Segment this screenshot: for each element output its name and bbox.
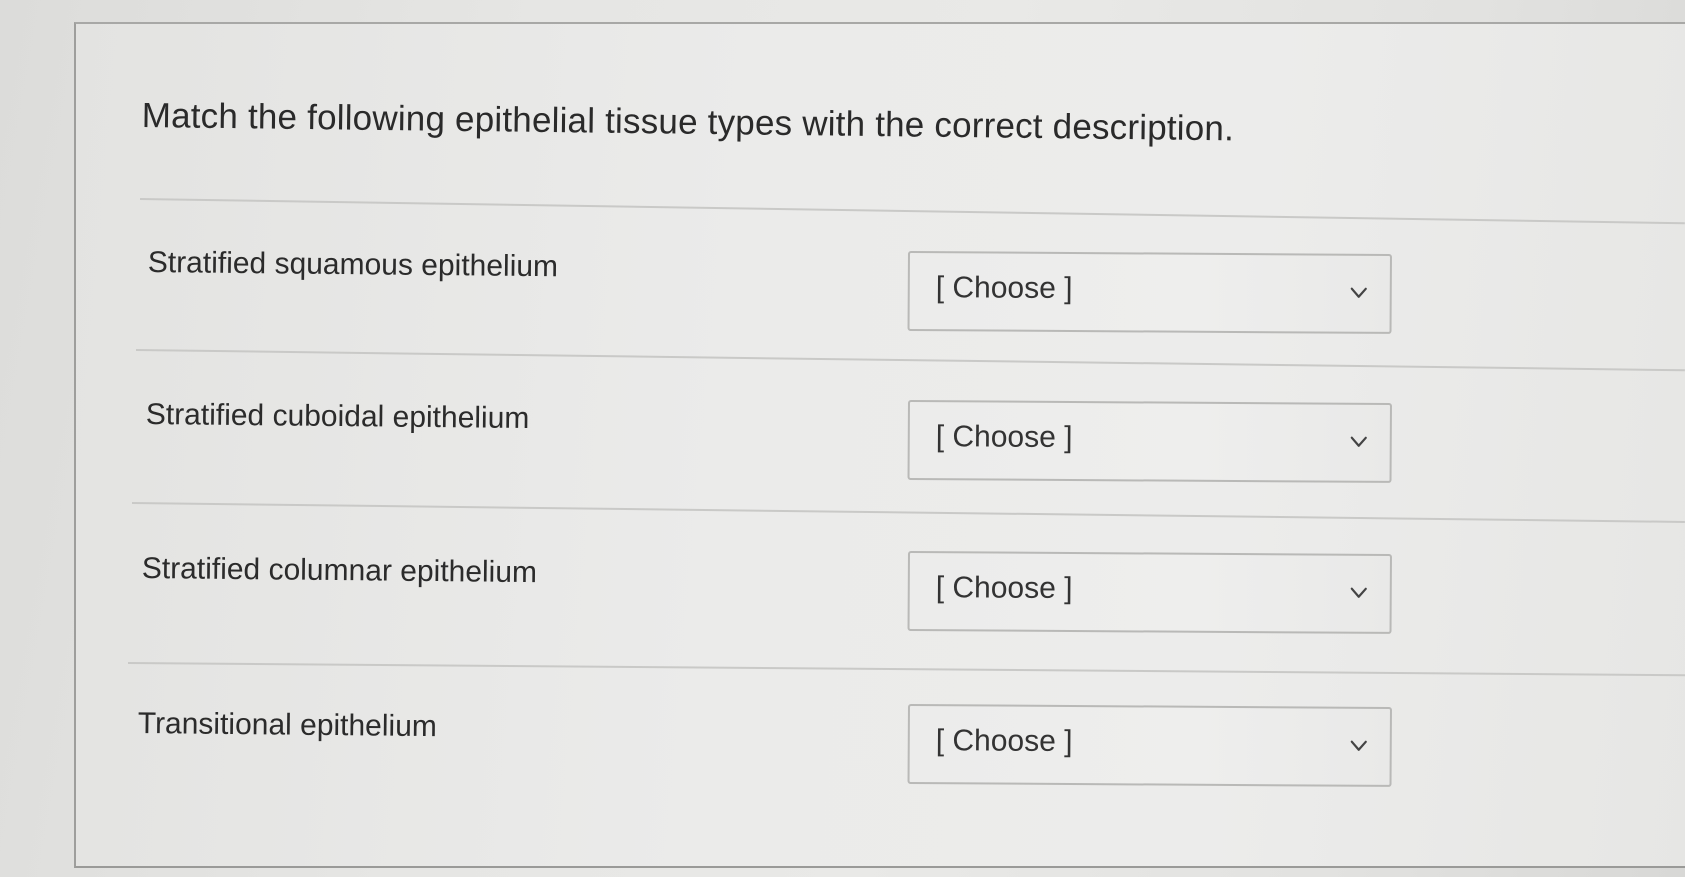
answer-select[interactable]: [ Choose ] — [907, 551, 1392, 634]
chevron-down-icon — [1350, 587, 1367, 598]
answer-select[interactable]: [ Choose ] — [907, 704, 1392, 787]
chevron-down-icon — [1350, 436, 1367, 447]
term-label: Stratified cuboidal epithelium — [145, 398, 530, 436]
chevron-down-icon — [1350, 287, 1367, 298]
term-label: Transitional epithelium — [137, 707, 438, 744]
term-label: Stratified columnar epithelium — [141, 552, 538, 590]
answer-select[interactable]: [ Choose ] — [907, 400, 1392, 483]
term-label: Stratified squamous epithelium — [147, 246, 559, 284]
answer-select[interactable]: [ Choose ] — [907, 251, 1392, 334]
chevron-down-icon — [1350, 740, 1367, 751]
select-value: [ Choose ] — [935, 271, 1073, 306]
select-value: [ Choose ] — [935, 420, 1073, 455]
match-row: Transitional epithelium [ Choose ] — [0, 0, 1685, 787]
select-value: [ Choose ] — [935, 724, 1073, 759]
select-value: [ Choose ] — [935, 571, 1073, 606]
